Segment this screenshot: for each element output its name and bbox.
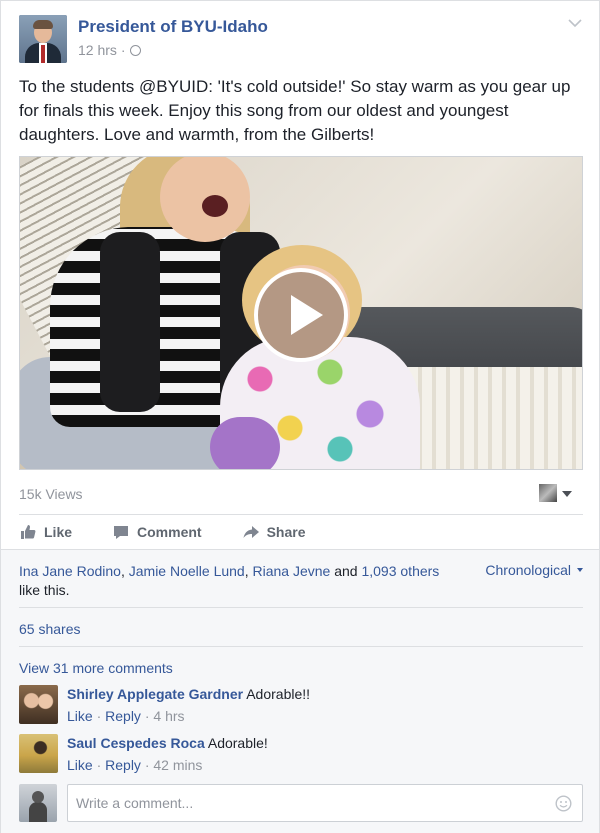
post-card: President of BYU-Idaho 12 hrs · To the s…	[0, 0, 600, 833]
caret-down-icon[interactable]	[562, 491, 572, 497]
comment-text: Adorable!	[207, 735, 268, 751]
globe-icon	[129, 44, 141, 56]
shares-link[interactable]: 65 shares	[19, 621, 80, 637]
action-bar: Like Comment Share	[19, 515, 583, 549]
share-button[interactable]: Share	[242, 523, 306, 541]
like-icon	[21, 525, 36, 539]
and-text: and	[334, 563, 358, 579]
comment-label: Comment	[137, 524, 202, 540]
comment-icon	[114, 526, 129, 539]
comment-like-link[interactable]: Like	[67, 757, 93, 773]
liker-link[interactable]: Jamie Noelle Lund	[129, 563, 245, 579]
chevron-down-icon[interactable]	[567, 17, 583, 29]
comment-item: Saul Cespedes Roca Adorable! Like · Repl…	[19, 734, 579, 778]
post-header: President of BYU-Idaho 12 hrs ·	[19, 15, 583, 65]
page-name-link[interactable]: President of BYU-Idaho	[78, 17, 268, 37]
comment-reply-link[interactable]: Reply	[105, 708, 141, 724]
post-text: To the students @BYUID: 'It's cold outsi…	[19, 77, 571, 144]
view-more-comments-link[interactable]: View 31 more comments	[19, 660, 173, 676]
sort-label: Chronological	[485, 562, 571, 578]
comment-button[interactable]: Comment	[112, 523, 202, 541]
others-link[interactable]: 1,093 others	[361, 563, 439, 579]
like-summary: Ina Jane Rodino, Jamie Noelle Lund, Rian…	[19, 563, 440, 598]
commenter-avatar[interactable]	[19, 685, 58, 724]
like-suffix: like this.	[19, 582, 70, 598]
viewer-avatar[interactable]	[539, 484, 557, 502]
comment-composer: Write a comment...	[19, 784, 583, 822]
comment-time[interactable]: 4 hrs	[153, 708, 184, 724]
share-icon	[243, 526, 259, 538]
divider	[19, 646, 583, 647]
commenter-name[interactable]: Saul Cespedes Roca	[67, 735, 205, 751]
commenter-name[interactable]: Shirley Applegate Gardner	[67, 686, 243, 702]
current-user-avatar	[19, 784, 57, 822]
video-player[interactable]	[19, 156, 583, 470]
like-label: Like	[44, 524, 73, 540]
post-meta: 12 hrs ·	[78, 42, 141, 58]
comment-time[interactable]: 42 mins	[153, 757, 202, 773]
view-count: 15k Views	[19, 486, 83, 502]
caret-down-icon	[577, 568, 583, 572]
share-label: Share	[266, 524, 306, 540]
divider	[19, 607, 583, 608]
page-avatar[interactable]	[19, 15, 67, 63]
comment-reply-link[interactable]: Reply	[105, 757, 141, 773]
comment-text: Adorable!!	[246, 686, 311, 702]
play-icon[interactable]	[254, 268, 348, 362]
smiley-icon[interactable]	[555, 795, 572, 812]
comment-input[interactable]: Write a comment...	[67, 784, 583, 822]
post-timestamp[interactable]: 12 hrs	[78, 42, 117, 58]
comment-placeholder: Write a comment...	[76, 795, 194, 811]
like-button[interactable]: Like	[19, 523, 72, 541]
views-row: 15k Views	[19, 484, 583, 504]
sort-dropdown[interactable]: Chronological	[485, 562, 583, 578]
commenter-avatar[interactable]	[19, 734, 58, 773]
liker-link[interactable]: Riana Jevne	[253, 563, 331, 579]
meta-separator: ·	[120, 42, 126, 58]
comment-item: Shirley Applegate Gardner Adorable!! Lik…	[19, 685, 579, 729]
feedback-section: Ina Jane Rodino, Jamie Noelle Lund, Rian…	[1, 549, 599, 833]
liker-link[interactable]: Ina Jane Rodino	[19, 563, 121, 579]
comment-like-link[interactable]: Like	[67, 708, 93, 724]
